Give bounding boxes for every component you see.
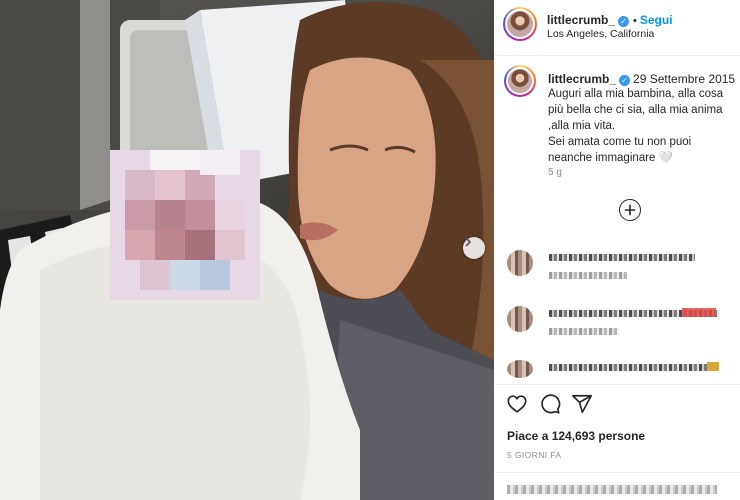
avatar (507, 306, 533, 332)
chevron-right-icon (465, 237, 472, 247)
verified-badge-icon: ✓ (618, 16, 630, 27)
pixelated-baby-face (110, 150, 260, 300)
avatar (507, 360, 533, 378)
next-photo-button[interactable] (463, 237, 485, 259)
blurred-emoji (682, 308, 716, 317)
post-header: littlecrumb_ ✓ • Segui (547, 11, 673, 29)
comment-box-divider (494, 472, 740, 473)
post-timestamp[interactable]: 5 GIORNI FA (507, 450, 561, 460)
photo-scene (0, 0, 494, 500)
comment-button[interactable] (539, 393, 561, 415)
plus-icon (624, 204, 636, 216)
header-avatar[interactable] (503, 7, 537, 41)
blurred-comment-text (549, 364, 719, 371)
blurred-emoji (707, 362, 719, 371)
like-button[interactable] (506, 393, 528, 415)
caption-username[interactable]: littlecrumb_ (548, 72, 616, 86)
blurred-add-comment-field[interactable] (507, 485, 717, 494)
post-photo[interactable] (0, 0, 494, 500)
blurred-comment-text (549, 254, 695, 261)
caption-age: 5 g (548, 167, 562, 178)
caption-date: 29 Settembre 2015 (633, 72, 736, 86)
location-link[interactable]: Los Angeles, California (547, 28, 654, 40)
share-icon (572, 394, 592, 414)
verified-badge-icon: ✓ (619, 75, 631, 86)
comment-icon (541, 394, 561, 414)
blurred-comment-meta (549, 272, 627, 279)
load-more-comments-button[interactable] (619, 199, 641, 221)
header-username[interactable]: littlecrumb_ (547, 13, 615, 27)
likes-count[interactable]: Piace a 124,693 persone (507, 429, 645, 443)
blurred-comment-meta (549, 328, 619, 335)
share-button[interactable] (571, 393, 593, 415)
heart-icon (507, 395, 527, 413)
caption-text: Auguri alla mia bambina, alla cosa più b… (548, 88, 724, 164)
separator-dot: • (633, 15, 637, 27)
post-side-panel: littlecrumb_ ✓ • Segui Los Angeles, Califor… (494, 0, 740, 500)
caption-avatar[interactable] (504, 65, 536, 97)
avatar (507, 250, 533, 276)
actions-divider (494, 384, 740, 385)
follow-button[interactable]: Segui (640, 13, 673, 27)
header-divider (494, 55, 740, 56)
